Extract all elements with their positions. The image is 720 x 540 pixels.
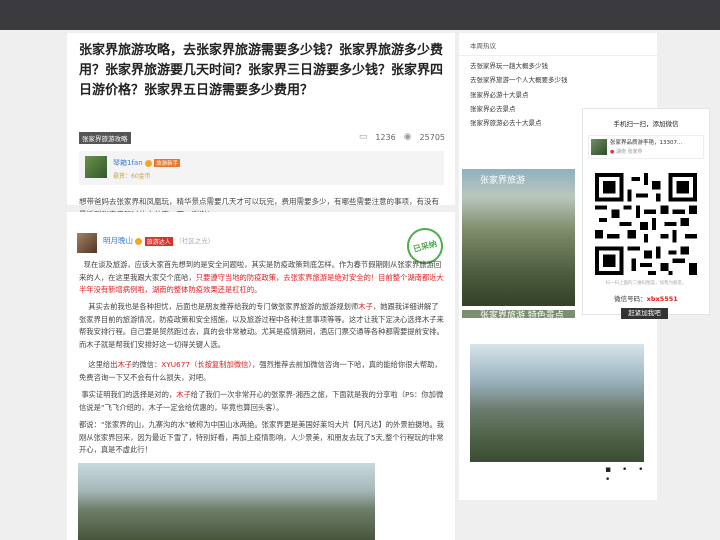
article-photo — [78, 463, 375, 540]
article-stats: ▭ 1236 ◉ 25705 — [359, 132, 445, 142]
banner-label: 张家界旅游 特色景点 — [480, 311, 564, 321]
qr-profile: 张家界品质游李艳，13307... ● 湖南 张家界 — [588, 135, 704, 159]
level-badge: 旅游新手 — [154, 159, 181, 167]
scenery-banner[interactable]: 张家界旅游 — [462, 169, 575, 306]
add-me-button[interactable]: 赶紧加我吧 — [621, 308, 668, 319]
comment-count: 1236 — [375, 132, 396, 142]
eye-icon: ◉ — [403, 132, 412, 142]
answer-author-name[interactable]: 明月晚山 — [103, 236, 133, 245]
sidebar-link[interactable]: 张家界必去景点 — [470, 103, 516, 113]
article-title: 张家界旅游攻略，去张家界旅游需要多少钱？张家界旅游多少费用？张家界旅游要几天时间… — [79, 43, 444, 98]
comment-icon: ▭ — [358, 132, 368, 142]
answer-paragraph-4: 事实证明我们的选择是对的，木子给了我们一次非常开心的张家界-湘西之旅，下面就是我… — [79, 390, 444, 412]
verified-icon — [135, 237, 143, 245]
answer-paragraph-2: 其实去前我也是各种担忧，后面也是朋友推荐给我的专门做张家界旅游的旅游规划师木子，… — [79, 302, 444, 349]
community-title: （社区之光） — [175, 237, 215, 245]
topic-tag[interactable]: 张家界旅游攻略 — [79, 132, 131, 144]
answer-paragraph-1: 现在谈及旅游，应该大家首先想到的是安全问题啦，其实是防疫政策到底怎样。作为春节假… — [79, 260, 444, 294]
wechat-id-link[interactable]: XYU677（长按复制加微信） — [161, 360, 252, 369]
qr-title: 手机扫一扫，添加微信 — [613, 120, 679, 128]
verified-icon — [144, 159, 152, 167]
sidebar-link[interactable]: 张家界必游十大景点 — [470, 89, 529, 99]
qr-hint: 扫一扫上面的二维码图案，加我为朋友。 — [605, 281, 687, 286]
answer-author-line: 明月晚山 旅游达人 （社区之光） — [103, 235, 214, 246]
sidebar-heading: 本周热议 — [470, 42, 496, 50]
answer-card: 明月晚山 旅游达人 （社区之光） 已采纳 现在谈及旅游，应该大家首先想到的是安全… — [67, 212, 455, 540]
qr-profile-location: ● 湖南 张家界 — [610, 149, 643, 155]
question-card: 张家界旅游攻略，去张家界旅游需要多少钱？张家界旅游多少费用？张家界旅游要几天时间… — [67, 33, 455, 219]
scenery-banner[interactable]: 张家界旅游 特色景点 — [462, 310, 575, 321]
avatar[interactable] — [77, 233, 97, 253]
wechat-qr-popup: 手机扫一扫，添加微信 张家界品质游李艳，13307... ● 湖南 张家界 扫一… — [582, 108, 710, 319]
expert-badge: 旅游达人 — [144, 236, 173, 246]
divider — [459, 55, 657, 56]
qr-code-image — [595, 173, 697, 275]
carousel-image[interactable] — [470, 344, 644, 462]
answer-paragraph-5: 都说：“张家界的山，九寨沟的水”被称为中国山水两绝。张家界更是美国好莱坞大片【阿… — [79, 420, 445, 454]
view-count: 25705 — [419, 132, 445, 142]
avatar[interactable] — [85, 156, 107, 178]
sidebar-link[interactable]: 去张家界旅游一个人大概要多少钱 — [470, 74, 568, 84]
avatar — [591, 139, 607, 155]
sidebar-link[interactable]: 去张家界玩一趟大概多少钱 — [470, 60, 548, 70]
carousel-dots[interactable]: ▪ • • • — [605, 465, 657, 485]
reward-info: 悬赏：60金币 — [113, 173, 151, 180]
sidebar-link[interactable]: 张家界旅游必去十大景点 — [470, 117, 542, 127]
author-name[interactable]: 琴箱1fan — [113, 159, 143, 167]
qr-profile-name: 张家界品质游李艳，13307... — [610, 140, 683, 146]
wechat-id: 微信号码：xbx5551 — [614, 295, 678, 303]
author-line: 琴箱1fan 旅游新手 — [113, 158, 181, 168]
author-box: 琴箱1fan 旅游新手 悬赏：60金币 — [79, 151, 444, 185]
answer-paragraph-3: 这里给出木子的微信：XYU677（长按复制加微信），强烈推荐去前加微信咨询一下哈… — [79, 360, 442, 382]
banner-label: 张家界旅游 — [480, 176, 526, 186]
top-navigation-bar — [0, 0, 720, 30]
